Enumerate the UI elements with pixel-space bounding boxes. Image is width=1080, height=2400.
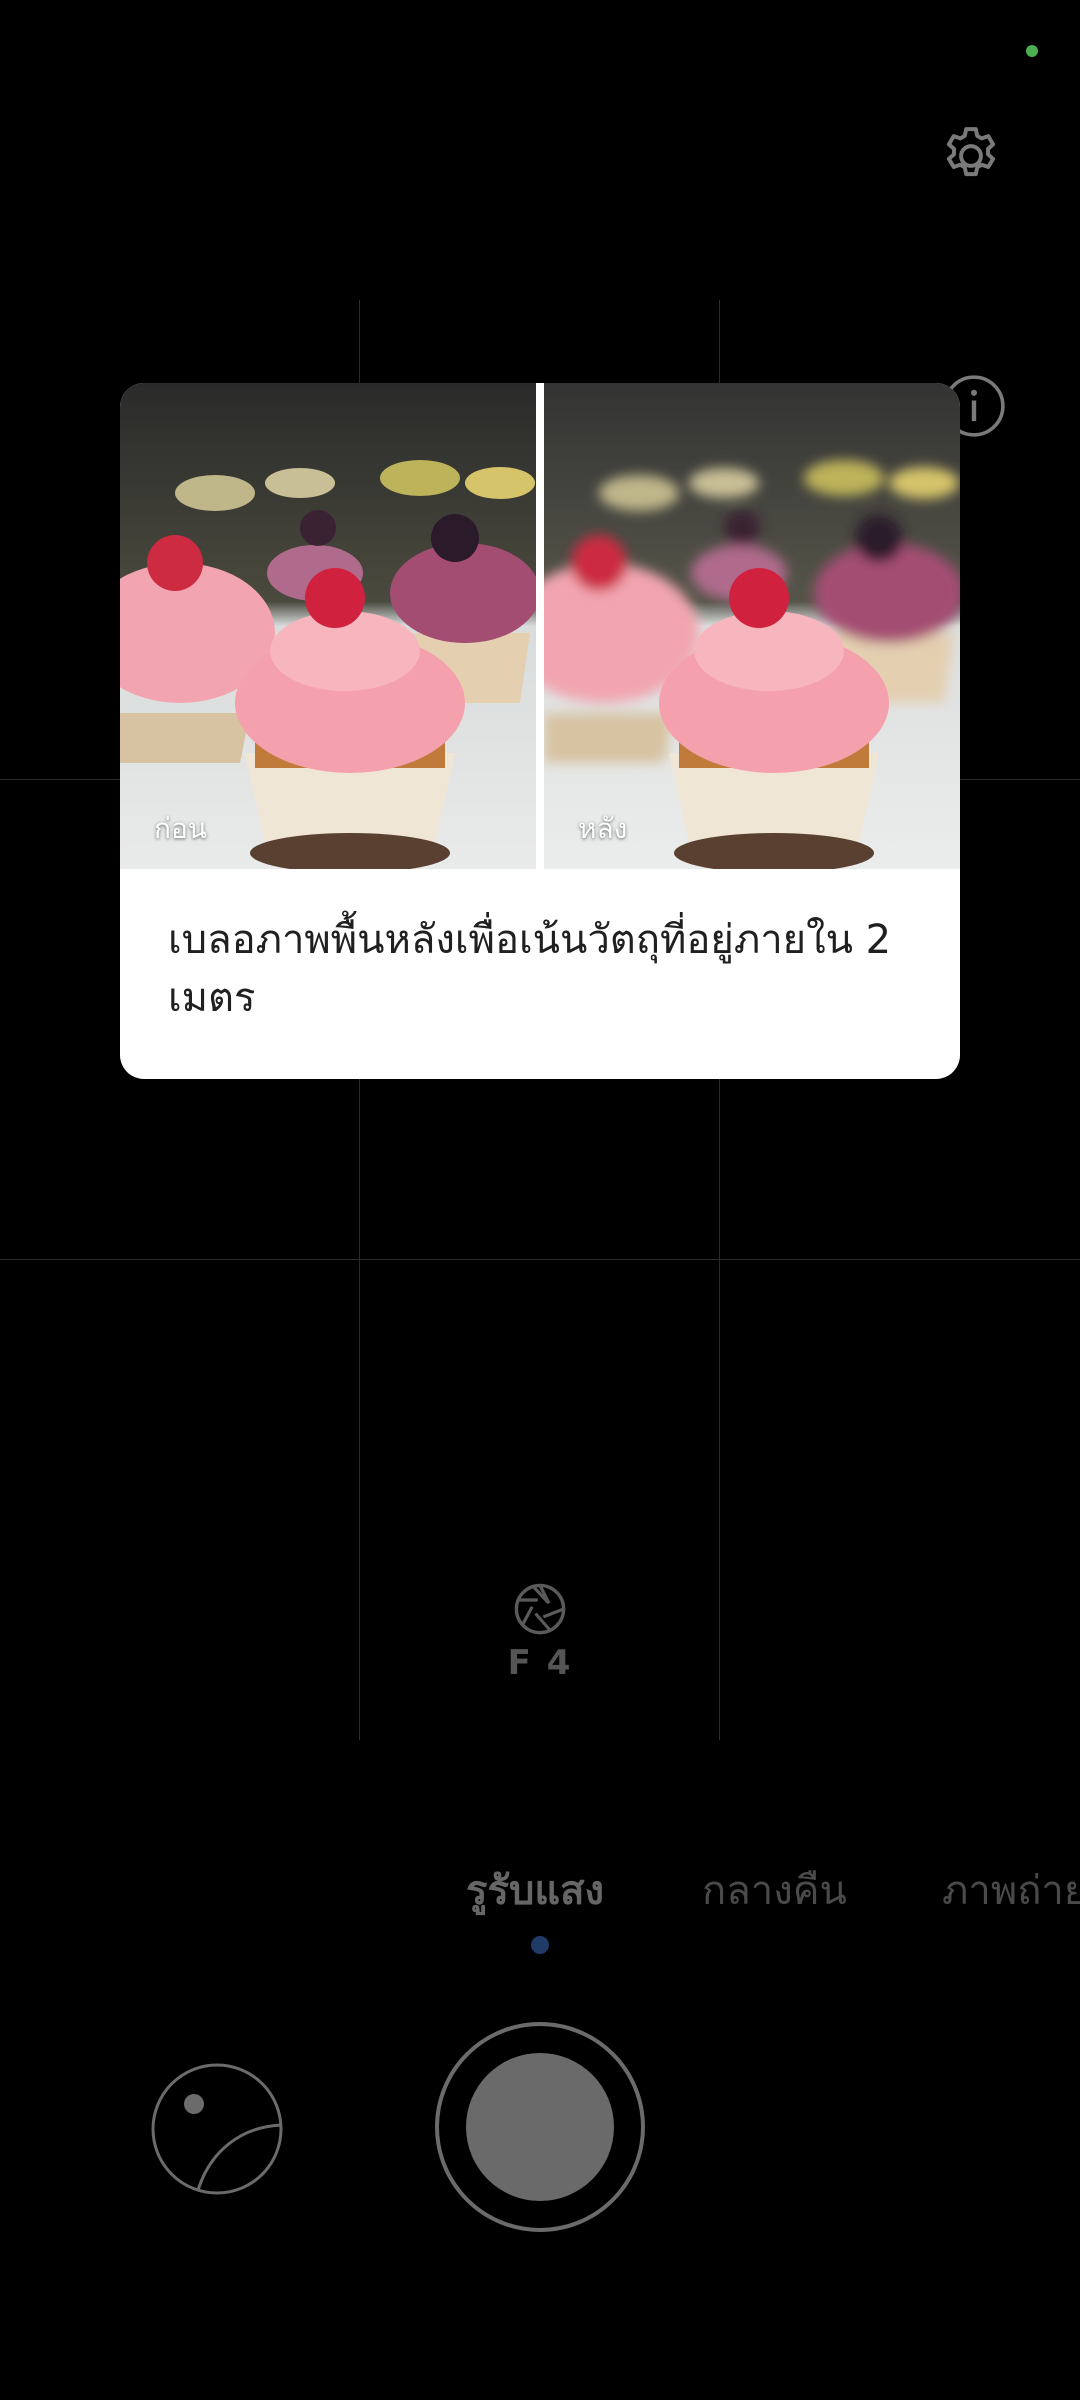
before-image: ก่อน <box>120 383 536 869</box>
before-after-comparison: ก่อน หลัง <box>120 383 960 869</box>
portrait-tip-card[interactable]: ก่อน หลัง เบลอภาพพื้นหลังเพื่อเน้นวัตถุท… <box>120 383 960 1079</box>
gallery-button[interactable] <box>150 2062 284 2196</box>
settings-button[interactable] <box>935 120 1007 192</box>
after-label: หลัง <box>578 812 628 845</box>
aperture-icon <box>514 1583 566 1635</box>
mode-selector[interactable]: รูรับแสง กลางคืน ภาพถ่าย <box>0 1858 1080 1918</box>
mode-night[interactable]: กลางคืน <box>702 1858 847 1922</box>
shutter-inner <box>466 2053 614 2201</box>
camera-in-use-indicator <box>1026 45 1038 57</box>
mode-indicator <box>531 1936 549 1954</box>
comparison-divider <box>536 383 544 869</box>
after-image: หลัง <box>544 383 960 869</box>
mode-photo[interactable]: ภาพถ่าย <box>942 1858 1080 1922</box>
gallery-thumbnail-icon <box>151 2063 283 2195</box>
gear-icon <box>946 127 996 177</box>
aperture-value[interactable]: F 4 <box>490 1643 590 1683</box>
tip-description: เบลอภาพพื้นหลังเพื่อเน้นวัตถุที่อยู่ภายใ… <box>168 917 892 1021</box>
before-label: ก่อน <box>154 812 207 845</box>
aperture-control[interactable] <box>513 1582 567 1636</box>
shutter-button[interactable] <box>435 2022 645 2232</box>
mode-aperture[interactable]: รูรับแสง <box>466 1858 604 1922</box>
